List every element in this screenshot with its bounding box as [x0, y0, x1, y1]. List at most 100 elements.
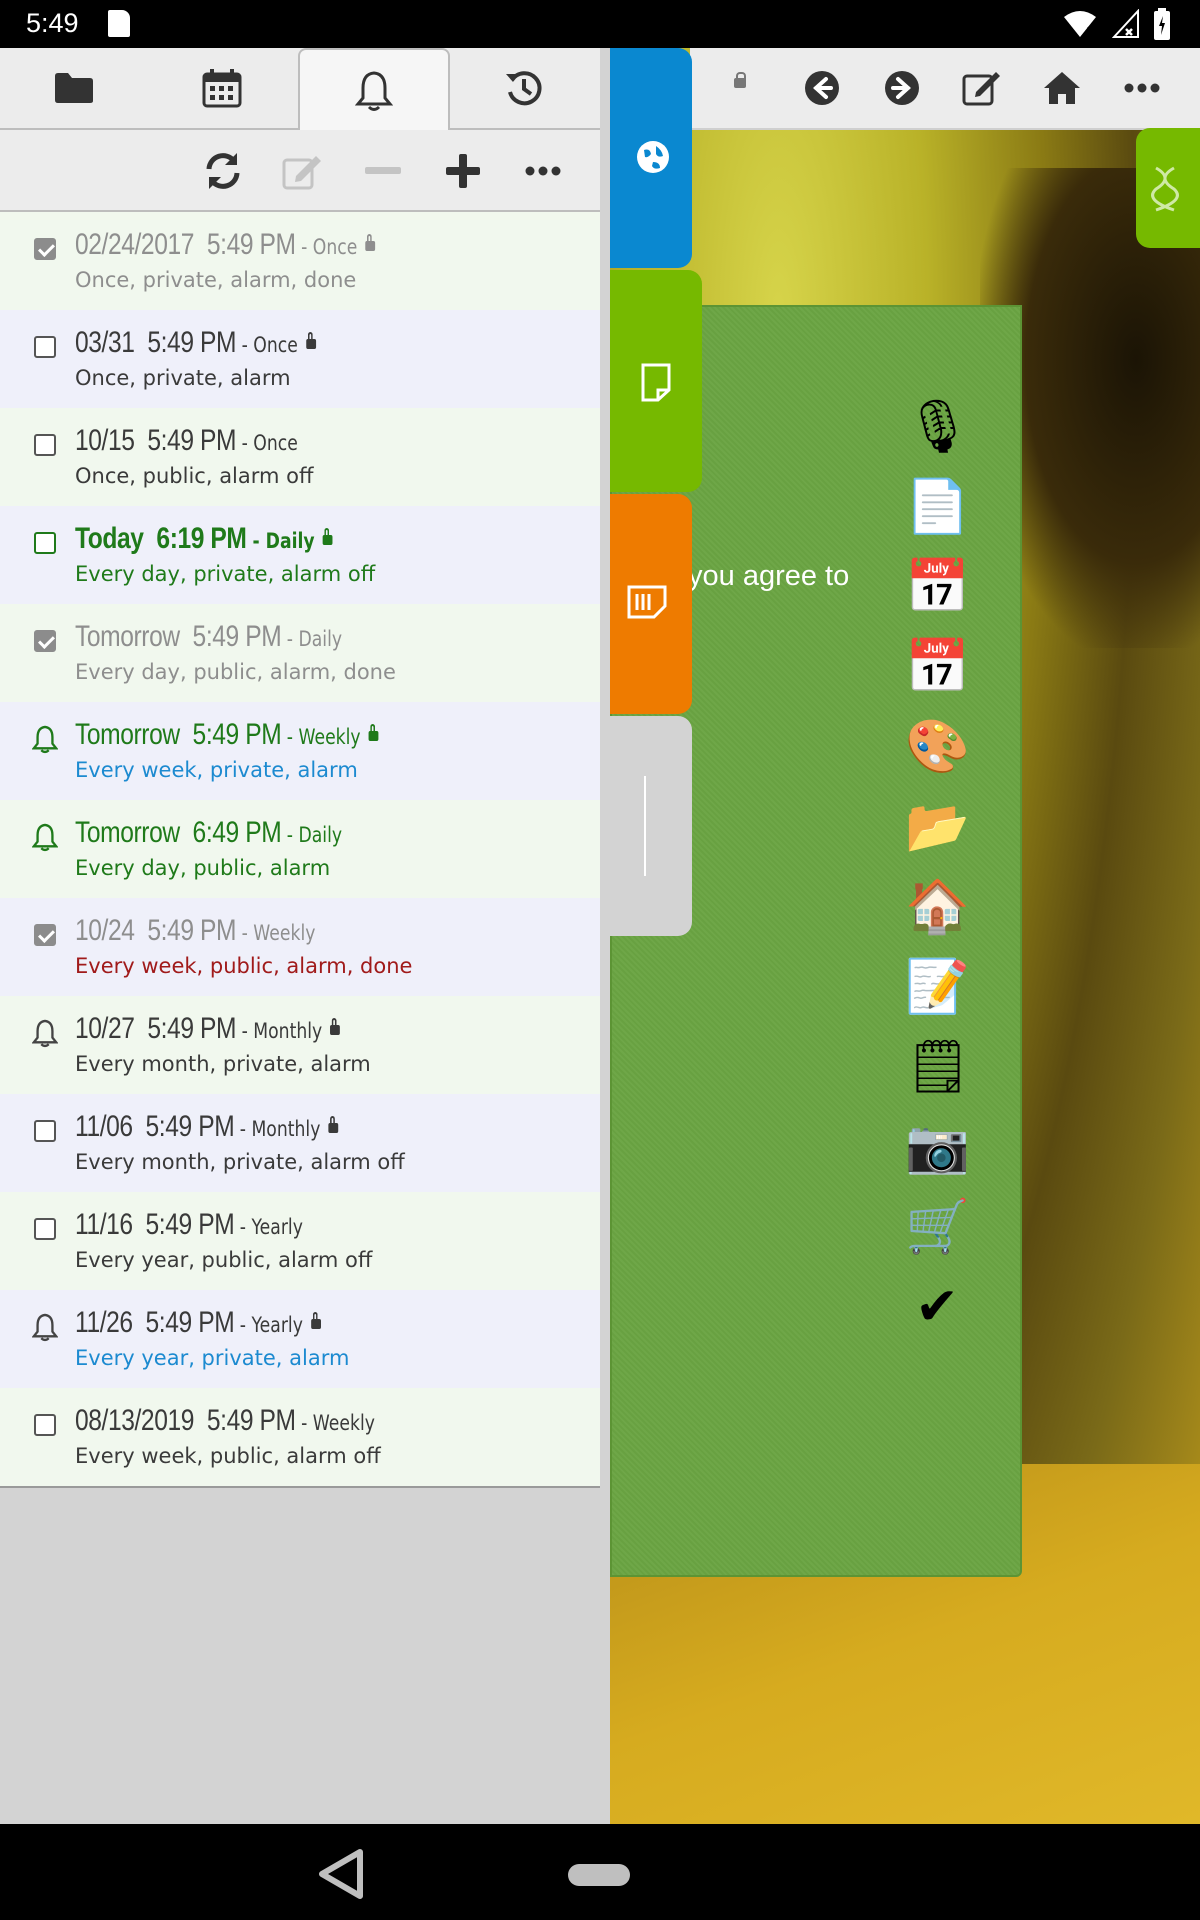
refresh-button[interactable] — [200, 148, 246, 194]
reminder-list: 02/24/2017 5:49 PM - Once Once, private, … — [0, 212, 600, 1488]
done-checkbox[interactable] — [32, 628, 58, 654]
navigation-bar — [0, 1824, 1200, 1920]
alarm-bell-icon[interactable] — [32, 1019, 58, 1048]
done-checkbox[interactable] — [32, 236, 58, 262]
side-tab-blank[interactable] — [610, 716, 692, 936]
reminder-details: Every week, public, alarm off — [75, 1444, 381, 1468]
reminder-repeat: - Once — [295, 235, 358, 259]
reminder-datetime: 11/06 5:49 PM — [75, 1110, 235, 1143]
forward-icon — [885, 71, 919, 105]
camera-icon[interactable]: 📷 — [905, 1115, 970, 1179]
side-tab-notes[interactable] — [610, 270, 702, 492]
reminder-details: Every year, private, alarm — [75, 1346, 350, 1370]
checkbox[interactable] — [32, 530, 58, 556]
house-icon[interactable]: 🏠 — [905, 875, 970, 939]
reminder-title: 11/26 5:49 PM - Yearly — [75, 1306, 321, 1340]
reminder-row[interactable]: Today 6:19 PM - Daily Every day, private,… — [0, 506, 600, 604]
reminder-datetime: 10/27 5:49 PM — [75, 1012, 237, 1045]
reminder-details: Every month, private, alarm off — [75, 1150, 405, 1174]
forward-button[interactable] — [880, 66, 924, 110]
panel-actionbar — [0, 130, 600, 212]
reminder-title: 10/24 5:49 PM - Weekly — [75, 914, 315, 948]
checkbox[interactable] — [32, 432, 58, 458]
reminder-row[interactable]: 10/24 5:49 PM - Weekly Every week, public… — [0, 898, 600, 996]
side-tab-web[interactable] — [610, 48, 692, 268]
refresh-icon — [206, 153, 240, 189]
reminder-row[interactable]: 03/31 5:49 PM - Once Once, private, alarm — [0, 310, 600, 408]
side-tab-sticky[interactable] — [610, 494, 692, 714]
reminder-repeat: - Yearly — [234, 1313, 303, 1337]
remove-button[interactable] — [360, 148, 406, 194]
reminder-details: Every day, public, alarm, done — [75, 660, 396, 684]
overflow-button[interactable] — [520, 148, 566, 194]
reminder-title: 11/06 5:49 PM - Monthly — [75, 1110, 339, 1144]
home-button[interactable] — [1040, 66, 1084, 110]
reminder-datetime: 11/16 5:49 PM — [75, 1208, 235, 1241]
reminder-row[interactable]: Tomorrow 5:49 PM - Daily Every day, publi… — [0, 604, 600, 702]
lock-icon — [368, 724, 379, 742]
checkbox[interactable] — [32, 1118, 58, 1144]
alarm-bell-icon[interactable] — [32, 823, 58, 852]
lock-icon — [322, 528, 333, 546]
reminder-repeat: - Daily — [281, 823, 343, 847]
microphone-icon[interactable]: 🎙 — [905, 395, 971, 459]
reminder-row[interactable]: 08/13/2019 5:49 PM - Weekly Every week, p… — [0, 1388, 600, 1486]
reminder-row[interactable]: Tomorrow 6:49 PM - Daily Every day, publi… — [0, 800, 600, 898]
nav-back-icon[interactable] — [316, 1848, 366, 1900]
reminder-details: Every day, public, alarm — [75, 856, 331, 880]
notepad-icon[interactable]: 🗒 — [905, 1035, 971, 1099]
document-icon[interactable]: 📄 — [905, 475, 970, 539]
reminder-repeat: - Daily — [246, 529, 315, 553]
reminder-repeat: - Weekly — [281, 725, 361, 749]
checkbox[interactable] — [32, 1412, 58, 1438]
tab-files[interactable] — [0, 48, 148, 128]
alarm-bell-icon[interactable] — [32, 1313, 58, 1342]
done-checkbox[interactable] — [32, 922, 58, 948]
more-icon — [1124, 83, 1160, 93]
reminder-row[interactable]: 10/15 5:49 PM - Once Once, public, alarm … — [0, 408, 600, 506]
right-edge-tab[interactable] — [1136, 128, 1200, 248]
edit-note-button[interactable] — [960, 66, 1004, 110]
reminder-details: Every month, private, alarm — [75, 1052, 371, 1076]
tab-history[interactable] — [450, 48, 598, 128]
checkbox[interactable] — [32, 1216, 58, 1242]
reminder-datetime: Tomorrow 5:49 PM — [75, 718, 282, 751]
lock-icon — [311, 1312, 321, 1330]
palette-icon[interactable]: 🎨 — [905, 715, 970, 779]
reminder-row[interactable]: 11/26 5:49 PM - Yearly Every year, privat… — [0, 1290, 600, 1388]
tab-calendar[interactable] — [148, 48, 296, 128]
add-button[interactable] — [440, 148, 486, 194]
reminder-repeat: - Yearly — [234, 1215, 303, 1239]
calendar-july-icon[interactable]: 📅 — [905, 635, 970, 699]
reminder-row[interactable]: 02/24/2017 5:49 PM - Once Once, private, … — [0, 212, 600, 310]
checkmark-icon[interactable]: ✔ — [905, 1275, 969, 1339]
note-icon — [641, 363, 671, 402]
tab-reminders[interactable] — [298, 48, 450, 132]
reminder-datetime: 10/15 5:49 PM — [75, 424, 237, 457]
reminder-datetime: 02/24/2017 5:49 PM — [75, 228, 296, 261]
calendar-july-icon[interactable]: 📅 — [905, 555, 970, 619]
reminder-details: Once, private, alarm — [75, 366, 291, 390]
memo-icon[interactable]: 📝 — [905, 955, 970, 1019]
reminder-row[interactable]: 11/16 5:49 PM - Yearly Every year, public… — [0, 1192, 600, 1290]
reminder-repeat: - Once — [236, 333, 298, 357]
back-button[interactable] — [800, 66, 844, 110]
more-button[interactable] — [1120, 66, 1164, 110]
edit-button[interactable] — [280, 148, 326, 194]
folder-icon[interactable]: 📂 — [905, 795, 970, 859]
reminder-title: Tomorrow 5:49 PM - Daily — [75, 620, 342, 654]
lock-icon — [305, 332, 316, 350]
reminder-title: 03/31 5:49 PM - Once — [75, 326, 316, 360]
checkbox[interactable] — [32, 334, 58, 360]
globe-icon — [637, 141, 669, 173]
reminder-row[interactable]: 10/27 5:49 PM - Monthly Every month, priv… — [0, 996, 600, 1094]
alarm-bell-icon[interactable] — [32, 725, 58, 754]
status-bar: 5:49 — [0, 0, 1200, 48]
reminder-row[interactable]: 11/06 5:49 PM - Monthly Every month, priv… — [0, 1094, 600, 1192]
reminder-title: 10/15 5:49 PM - Once — [75, 424, 298, 458]
reminder-row[interactable]: Tomorrow 5:49 PM - Weekly Every week, pri… — [0, 702, 600, 800]
signal-icon — [1112, 9, 1139, 38]
nav-home-button[interactable] — [568, 1864, 630, 1886]
reminder-repeat: - Daily — [281, 627, 343, 651]
cart-icon[interactable]: 🛒 — [905, 1195, 970, 1259]
